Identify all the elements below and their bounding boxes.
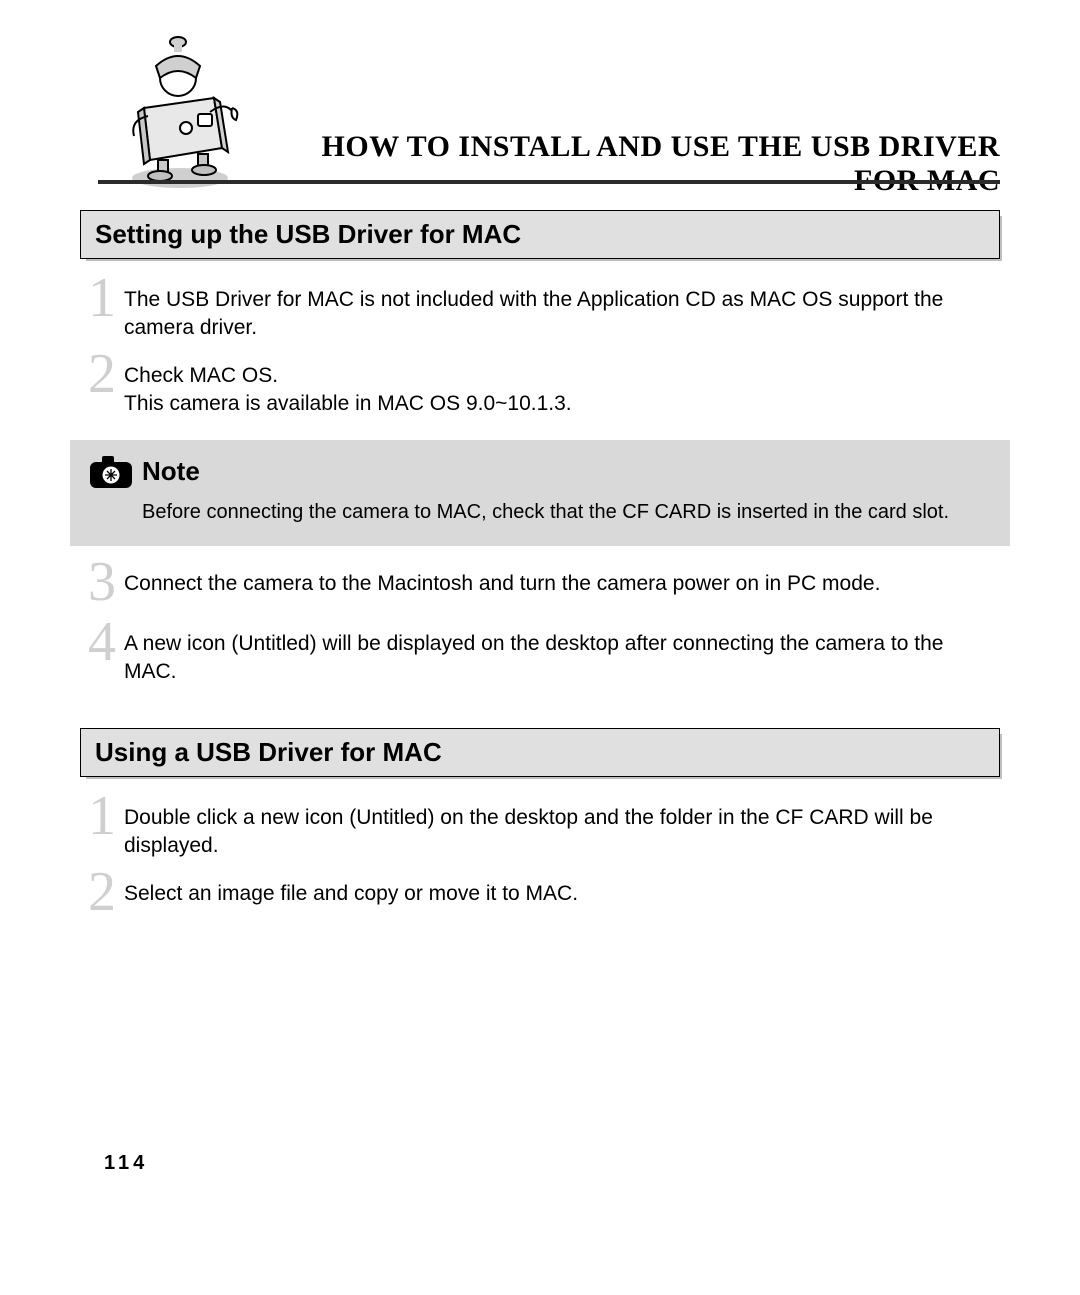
mascot-icon xyxy=(110,20,250,190)
camera-note-icon xyxy=(88,452,134,490)
step-number: 4 xyxy=(80,614,124,686)
step-text: Connect the camera to the Macintosh and … xyxy=(124,568,1000,610)
page-title: HOW TO INSTALL AND USE THE USB DRIVER FO… xyxy=(265,130,1000,198)
step-item: 2 Select an image file and copy or move … xyxy=(80,878,1000,920)
section-heading-using: Using a USB Driver for MAC xyxy=(80,728,1000,777)
step-text: Select an image file and copy or move it… xyxy=(124,878,1000,920)
step-number: 3 xyxy=(80,554,124,610)
step-number: 1 xyxy=(80,788,124,860)
step-number: 1 xyxy=(80,270,124,342)
section-heading-setup: Setting up the USB Driver for MAC xyxy=(80,210,1000,259)
step-number: 2 xyxy=(80,864,124,920)
step-item: 2 Check MAC OS. This camera is available… xyxy=(80,360,1000,418)
note-text: Before connecting the camera to MAC, che… xyxy=(142,498,992,526)
step-text: Double click a new icon (Untitled) on th… xyxy=(124,802,1000,860)
step-item: 1 The USB Driver for MAC is not included… xyxy=(80,284,1000,342)
step-text: Check MAC OS. This camera is available i… xyxy=(124,360,1000,418)
section-heading-text: Using a USB Driver for MAC xyxy=(80,728,1000,777)
note-box: Note Before connecting the camera to MAC… xyxy=(70,440,1010,546)
manual-page: HOW TO INSTALL AND USE THE USB DRIVER FO… xyxy=(0,0,1080,1295)
page-header: HOW TO INSTALL AND USE THE USB DRIVER FO… xyxy=(80,30,1000,190)
step-item: 1 Double click a new icon (Untitled) on … xyxy=(80,802,1000,860)
step-text: A new icon (Untitled) will be displayed … xyxy=(124,628,1000,686)
section-heading-text: Setting up the USB Driver for MAC xyxy=(80,210,1000,259)
note-title: Note xyxy=(142,456,200,487)
step-item: 4 A new icon (Untitled) will be displaye… xyxy=(80,628,1000,686)
title-underline xyxy=(98,180,1000,184)
page-number: 114 xyxy=(104,1152,148,1175)
step-number: 2 xyxy=(80,346,124,418)
step-text: The USB Driver for MAC is not included w… xyxy=(124,284,1000,342)
step-item: 3 Connect the camera to the Macintosh an… xyxy=(80,568,1000,610)
